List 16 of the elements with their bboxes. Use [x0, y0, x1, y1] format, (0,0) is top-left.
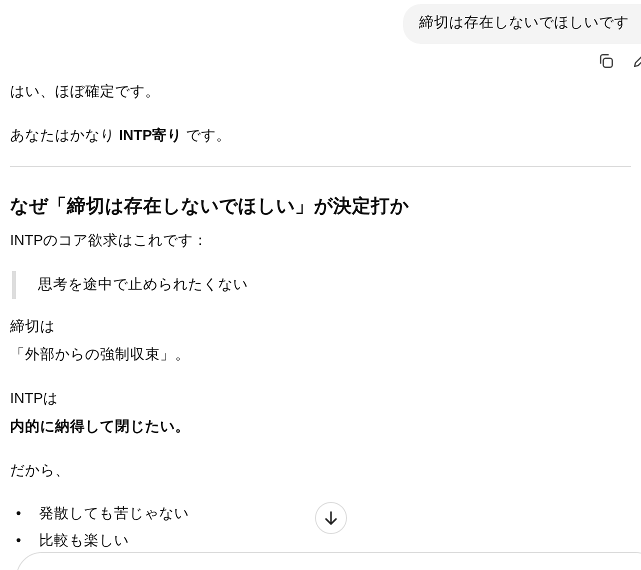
paragraph: 締切は 「外部からの強制収束」。	[10, 318, 191, 365]
list-item: 発散しても苦じゃない	[39, 504, 190, 524]
copy-icon[interactable]	[597, 52, 615, 70]
paragraph: INTPは 内的に納得して閉じたい。	[10, 390, 191, 437]
block-quote: 思考を途中で止められたくない	[12, 270, 631, 299]
user-message: 締切は存在しないでほしいです	[403, 4, 641, 44]
scroll-down-button[interactable]	[315, 502, 347, 534]
section-heading: なぜ「締切は存在しないでほしい」が決定打か	[10, 194, 410, 218]
paragraph: だから、	[10, 462, 71, 481]
paragraph: あなたはかなり INTP寄り です。	[10, 126, 232, 146]
bullet-marker: •	[16, 532, 22, 551]
list-item: 比較も楽しい	[39, 532, 130, 551]
paragraph: はい、ほぼ確定です。	[10, 82, 161, 102]
paragraph: INTPのコア欲求はこれです：	[10, 232, 210, 251]
arrow-down-icon	[323, 510, 339, 526]
bullet-marker: •	[16, 504, 22, 524]
